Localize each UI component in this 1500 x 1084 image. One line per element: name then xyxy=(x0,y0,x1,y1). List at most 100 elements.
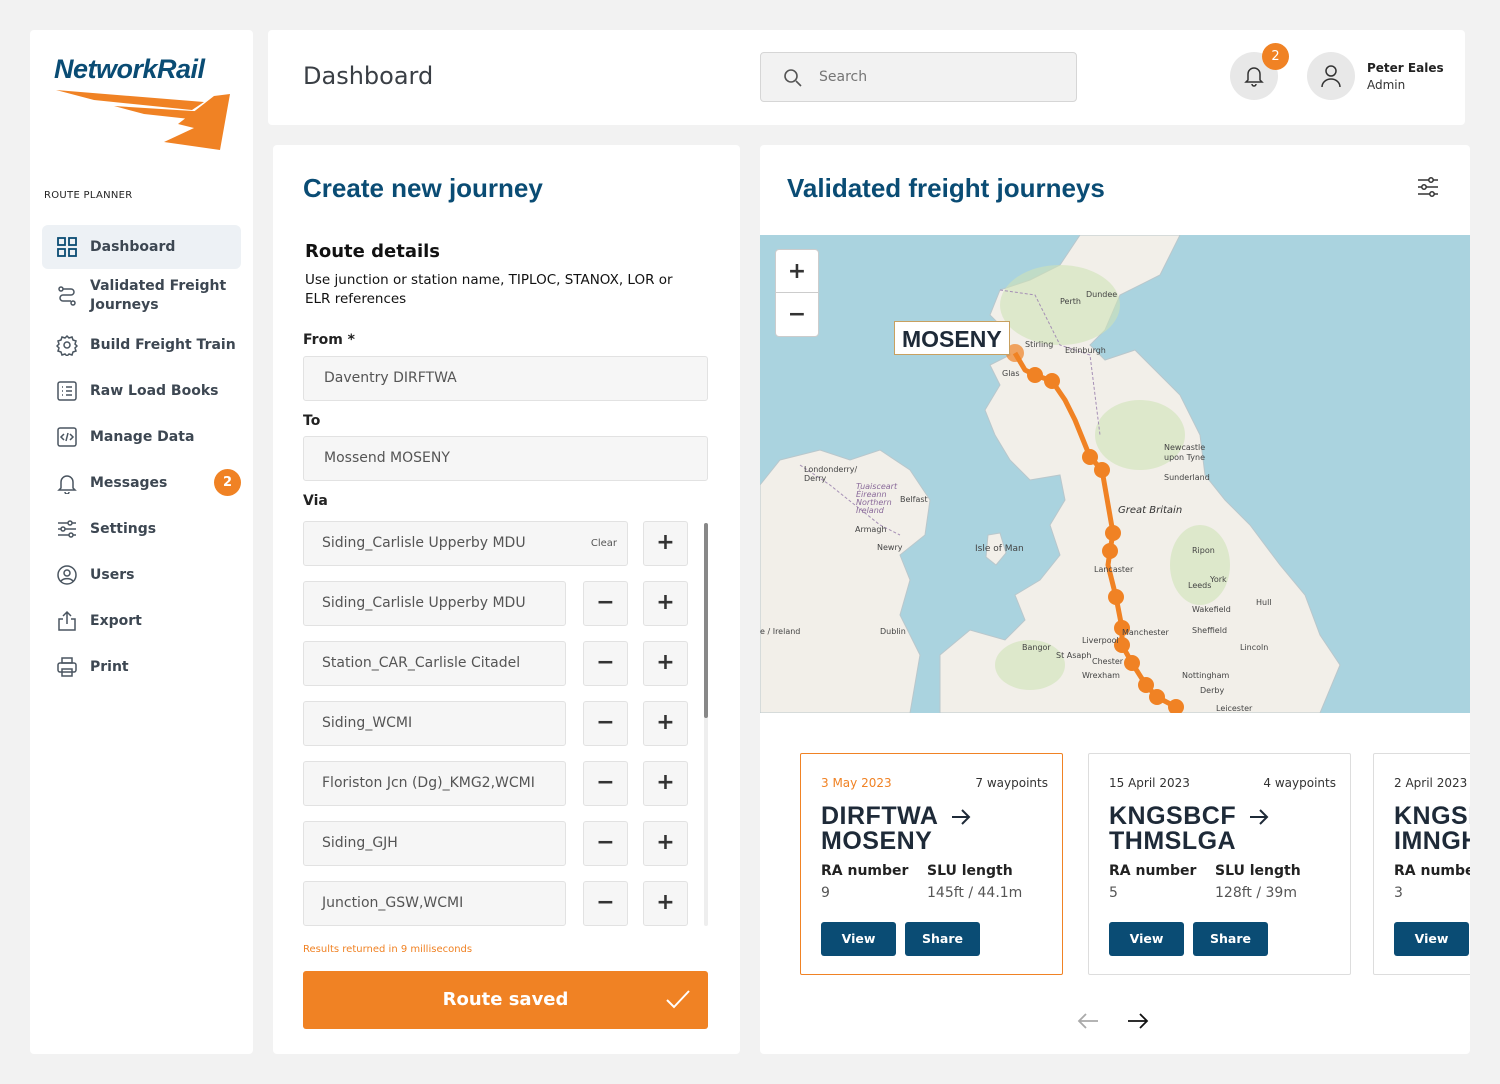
ra-number-label: RA number xyxy=(1394,863,1470,879)
previous-arrow-icon[interactable] xyxy=(1076,1011,1100,1031)
ra-number-label: RA number xyxy=(1109,863,1197,879)
via-input[interactable]: Station_CAR_Carlisle Citadel xyxy=(303,641,566,686)
via-input[interactable]: Siding_GJH xyxy=(303,821,566,866)
share-button[interactable]: Share xyxy=(905,922,980,956)
remove-via-button[interactable]: − xyxy=(583,821,628,866)
search-box[interactable] xyxy=(760,52,1077,102)
via-row: Siding_GJH − + xyxy=(303,821,693,866)
map-place-label: Dundee xyxy=(1086,290,1118,299)
map-place-label: Great Britain xyxy=(1118,505,1183,516)
sidebar-item-messages[interactable]: Messages 2 xyxy=(42,461,241,505)
map-place-label: Newcastle upon Tyne xyxy=(1164,443,1206,462)
sidebar-item-users[interactable]: Users xyxy=(42,553,241,597)
via-input[interactable]: Siding_WCMI xyxy=(303,701,566,746)
logo-text: NetworkRail xyxy=(54,54,205,84)
add-via-button[interactable]: + xyxy=(643,581,688,626)
sidebar-item-settings[interactable]: Settings xyxy=(42,507,241,551)
via-label: Via xyxy=(303,493,328,509)
journey-to-code: THMSLGA xyxy=(1109,827,1237,855)
journey-date: 15 April 2023 xyxy=(1109,776,1190,790)
clear-button[interactable]: Clear xyxy=(591,522,617,565)
zoom-out-button[interactable]: − xyxy=(776,293,818,336)
via-input[interactable]: Junction_GSW,WCMI xyxy=(303,881,566,926)
scrollbar-thumb[interactable] xyxy=(704,523,708,718)
from-label: From * xyxy=(303,332,355,348)
journey-date: 3 May 2023 xyxy=(821,776,892,790)
map-place-label: Wakefield xyxy=(1192,605,1231,614)
gear-icon xyxy=(56,334,78,356)
sidebar-item-export[interactable]: Export xyxy=(42,599,241,643)
slu-length-label: SLU length xyxy=(927,863,1013,879)
view-button[interactable]: View xyxy=(1394,922,1469,956)
route-saved-button[interactable]: Route saved xyxy=(303,971,708,1029)
sidebar-item-print[interactable]: Print xyxy=(42,645,241,689)
map-place-label: Ripon xyxy=(1192,546,1215,555)
create-journey-panel: Create new journey Route details Use jun… xyxy=(273,145,740,1054)
sidebar-nav: Dashboard Validated Freight Journeys Bui… xyxy=(42,225,241,691)
from-field[interactable]: Daventry DIRFTWA xyxy=(303,356,708,401)
map-place-label: Glas xyxy=(1002,369,1020,378)
add-via-button[interactable]: + xyxy=(643,701,688,746)
sidebar-item-manage-data[interactable]: Manage Data xyxy=(42,415,241,459)
view-button[interactable]: View xyxy=(821,922,896,956)
page-title: Dashboard xyxy=(303,62,434,90)
via-value: Siding_Carlisle Upperby MDU xyxy=(322,535,526,551)
remove-via-button[interactable]: − xyxy=(583,581,628,626)
share-button[interactable]: Share xyxy=(1193,922,1268,956)
filter-sliders-icon[interactable] xyxy=(1416,175,1440,199)
add-via-button[interactable]: + xyxy=(643,521,688,566)
user-icon xyxy=(1321,65,1341,88)
remove-via-button[interactable]: − xyxy=(583,881,628,926)
add-via-button[interactable]: + xyxy=(643,881,688,926)
map-place-label: Ireland xyxy=(772,627,801,636)
remove-via-button[interactable]: − xyxy=(583,761,628,806)
next-arrow-icon[interactable] xyxy=(1126,1011,1150,1031)
via-input[interactable]: Floriston Jcn (Dg)_KMG2,WCMI xyxy=(303,761,566,806)
view-button[interactable]: View xyxy=(1109,922,1184,956)
add-via-button[interactable]: + xyxy=(643,821,688,866)
sidebar: NetworkRail ROUTE PLANNER Dashboard Vali… xyxy=(30,30,253,1054)
to-field[interactable]: Mossend MOSENY xyxy=(303,436,708,481)
map-zoom-control: + − xyxy=(775,249,819,337)
route-map[interactable]: + − MOSENY Dundee Perth Stirling Edinbur… xyxy=(760,235,1470,713)
via-row: Station_CAR_Carlisle Citadel − + xyxy=(303,641,693,686)
user-name: Peter Eales xyxy=(1367,61,1444,75)
zoom-in-button[interactable]: + xyxy=(776,250,818,293)
journey-card[interactable]: 3 May 2023 7 waypoints DIRFTWA MOSENY RA… xyxy=(800,753,1063,975)
checkmark-icon xyxy=(666,990,690,1009)
sidebar-item-build-freight-train[interactable]: Build Freight Train xyxy=(42,323,241,367)
remove-via-button[interactable]: − xyxy=(583,701,628,746)
sidebar-item-label: Build Freight Train xyxy=(90,336,236,353)
search-input[interactable] xyxy=(819,53,1059,101)
pennines-green xyxy=(1170,525,1230,605)
route-details-description: Use junction or station name, TIPLOC, ST… xyxy=(305,272,673,307)
remove-via-button[interactable]: − xyxy=(583,641,628,686)
sidebar-item-label: Raw Load Books xyxy=(90,382,219,399)
from-code: KNGSBCF xyxy=(1109,802,1237,830)
route-icon xyxy=(58,286,76,306)
sidebar-item-validated-freight-journeys[interactable]: Validated Freight Journeys xyxy=(42,271,241,321)
sidebar-item-label: Validated Freight Journeys xyxy=(90,278,227,313)
map-place-label: Isle of Man xyxy=(975,544,1024,554)
to-label: To xyxy=(303,413,321,429)
user-circle-icon xyxy=(57,565,77,585)
journey-card[interactable]: 15 April 2023 4 waypoints KNGSBCF THMSLG… xyxy=(1088,753,1351,975)
via-input[interactable]: Siding_Carlisle Upperby MDU xyxy=(303,581,566,626)
slu-length-value: 145ft / 44.1m xyxy=(927,885,1023,901)
logo-arrow-icon xyxy=(56,90,230,150)
add-via-button[interactable]: + xyxy=(643,761,688,806)
via-input[interactable]: Siding_Carlisle Upperby MDU Clear xyxy=(303,521,628,566)
map-place-label: Leeds xyxy=(1188,581,1212,590)
sidebar-item-raw-load-books[interactable]: Raw Load Books xyxy=(42,369,241,413)
map-place-label: York xyxy=(1210,575,1227,584)
sidebar-item-label: Settings xyxy=(90,520,157,537)
sidebar-item-dashboard[interactable]: Dashboard xyxy=(42,225,241,269)
via-scrollbar[interactable] xyxy=(704,523,708,926)
add-via-button[interactable]: + xyxy=(643,641,688,686)
journey-card[interactable]: 2 April 2023 KNGSI IMNGH RA number 3 Vie… xyxy=(1373,753,1470,975)
network-rail-logo[interactable]: NetworkRail xyxy=(54,54,234,154)
sidebar-item-label: Dashboard xyxy=(90,238,176,255)
map-place-label: Lincoln xyxy=(1240,643,1269,652)
avatar[interactable] xyxy=(1307,52,1355,100)
via-row: Floriston Jcn (Dg)_KMG2,WCMI − + xyxy=(303,761,693,806)
